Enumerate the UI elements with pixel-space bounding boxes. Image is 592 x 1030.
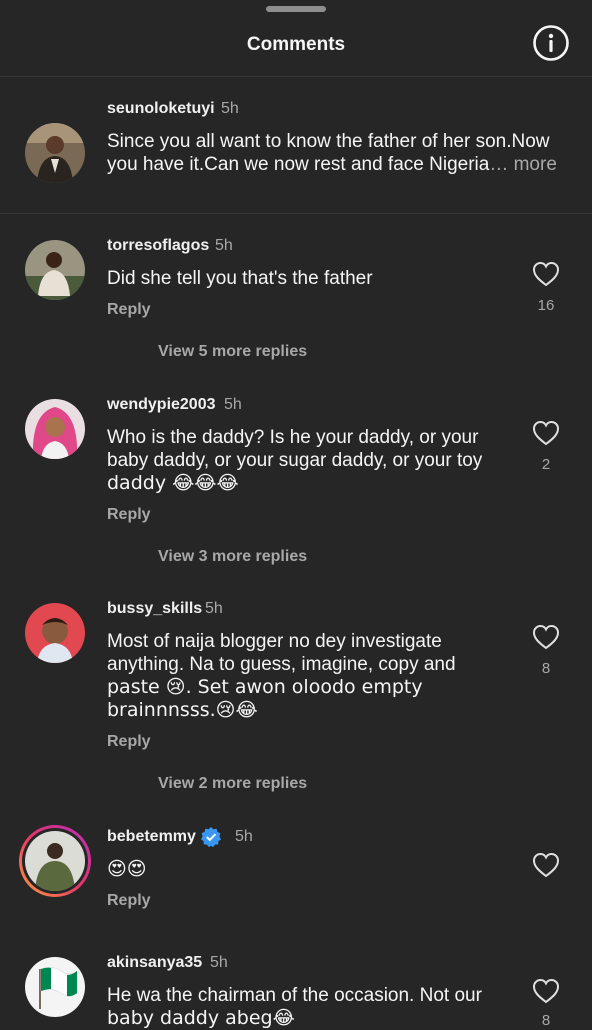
like-heart-icon[interactable] [532, 852, 560, 878]
avatar[interactable] [25, 957, 85, 1017]
comment-text: He wa the chairman of the occasion. Not … [107, 984, 527, 1030]
comment-time: 5h [210, 954, 228, 971]
like-heart-icon[interactable] [532, 624, 560, 650]
comment-time: 5h [205, 600, 223, 617]
reply-button[interactable]: Reply [107, 733, 151, 751]
comments-header: Comments [0, 0, 592, 76]
comment-text: Who is the daddy? Is he your daddy, or y… [107, 426, 527, 495]
like-heart-icon[interactable] [532, 978, 560, 1004]
caption-divider [0, 213, 592, 214]
comment-username[interactable]: bussy_skills [107, 600, 202, 618]
drag-handle[interactable] [266, 6, 326, 12]
view-more-replies-button[interactable]: View 3 more replies [158, 548, 307, 566]
view-more-replies-button[interactable]: View 5 more replies [158, 343, 307, 361]
caption-more-link[interactable]: … more [489, 154, 557, 175]
info-icon[interactable] [532, 24, 570, 62]
comment-time: 5h [215, 237, 233, 254]
comment-username[interactable]: torresoflagos [107, 237, 209, 255]
like-count: 16 [537, 297, 555, 314]
comment-text: 😍😍 [107, 858, 147, 880]
comment-line: anything. Na to guess, imagine, copy and [107, 654, 456, 675]
like-heart-icon[interactable] [532, 420, 560, 446]
comment-username[interactable]: wendypie2003 [107, 396, 216, 414]
comment-line: baby daddy, or your sugar daddy, or your… [107, 450, 483, 471]
comment-time: 5h [224, 396, 242, 413]
comment-line: brainnnsss.😢😂 [107, 699, 258, 721]
avatar[interactable] [25, 399, 85, 459]
reply-button[interactable]: Reply [107, 892, 151, 910]
view-more-replies-button[interactable]: View 2 more replies [158, 775, 307, 793]
caption-username[interactable]: seunoloketuyi [107, 100, 215, 118]
avatar[interactable] [25, 123, 85, 183]
verified-badge-icon [200, 826, 222, 848]
comment-text: Most of naija blogger no dey investigate… [107, 630, 527, 722]
avatar[interactable] [25, 831, 85, 891]
caption-body: Since you all want to know the father of… [107, 131, 550, 175]
page-title: Comments [246, 34, 346, 55]
avatar[interactable] [25, 603, 85, 663]
like-count: 2 [541, 456, 551, 473]
comment-text: Did she tell you that's the father [107, 268, 373, 289]
comment-line: paste 😢. Set awon oloodo empty [107, 676, 423, 698]
reply-button[interactable]: Reply [107, 506, 151, 524]
like-count: 8 [541, 1012, 551, 1029]
avatar[interactable] [25, 240, 85, 300]
comment-line: Who is the daddy? Is he your daddy, or y… [107, 427, 479, 448]
comment-line: daddy 😂😂😂 [107, 472, 239, 494]
comment-line: baby daddy abeg😂 [107, 1007, 295, 1029]
story-ring[interactable] [19, 825, 91, 897]
comment-line: Most of naija blogger no dey investigate [107, 631, 442, 652]
caption-text: Since you all want to know the father of… [107, 130, 577, 176]
reply-button[interactable]: Reply [107, 301, 151, 319]
comment-line: He wa the chairman of the occasion. Not … [107, 985, 482, 1006]
comment-time: 5h [235, 828, 253, 845]
like-count: 8 [541, 660, 551, 677]
like-heart-icon[interactable] [532, 261, 560, 287]
comment-username[interactable]: akinsanya35 [107, 954, 202, 972]
header-divider [0, 76, 592, 77]
caption-time: 5h [221, 100, 239, 117]
comment-username[interactable]: bebetemmy [107, 828, 196, 846]
